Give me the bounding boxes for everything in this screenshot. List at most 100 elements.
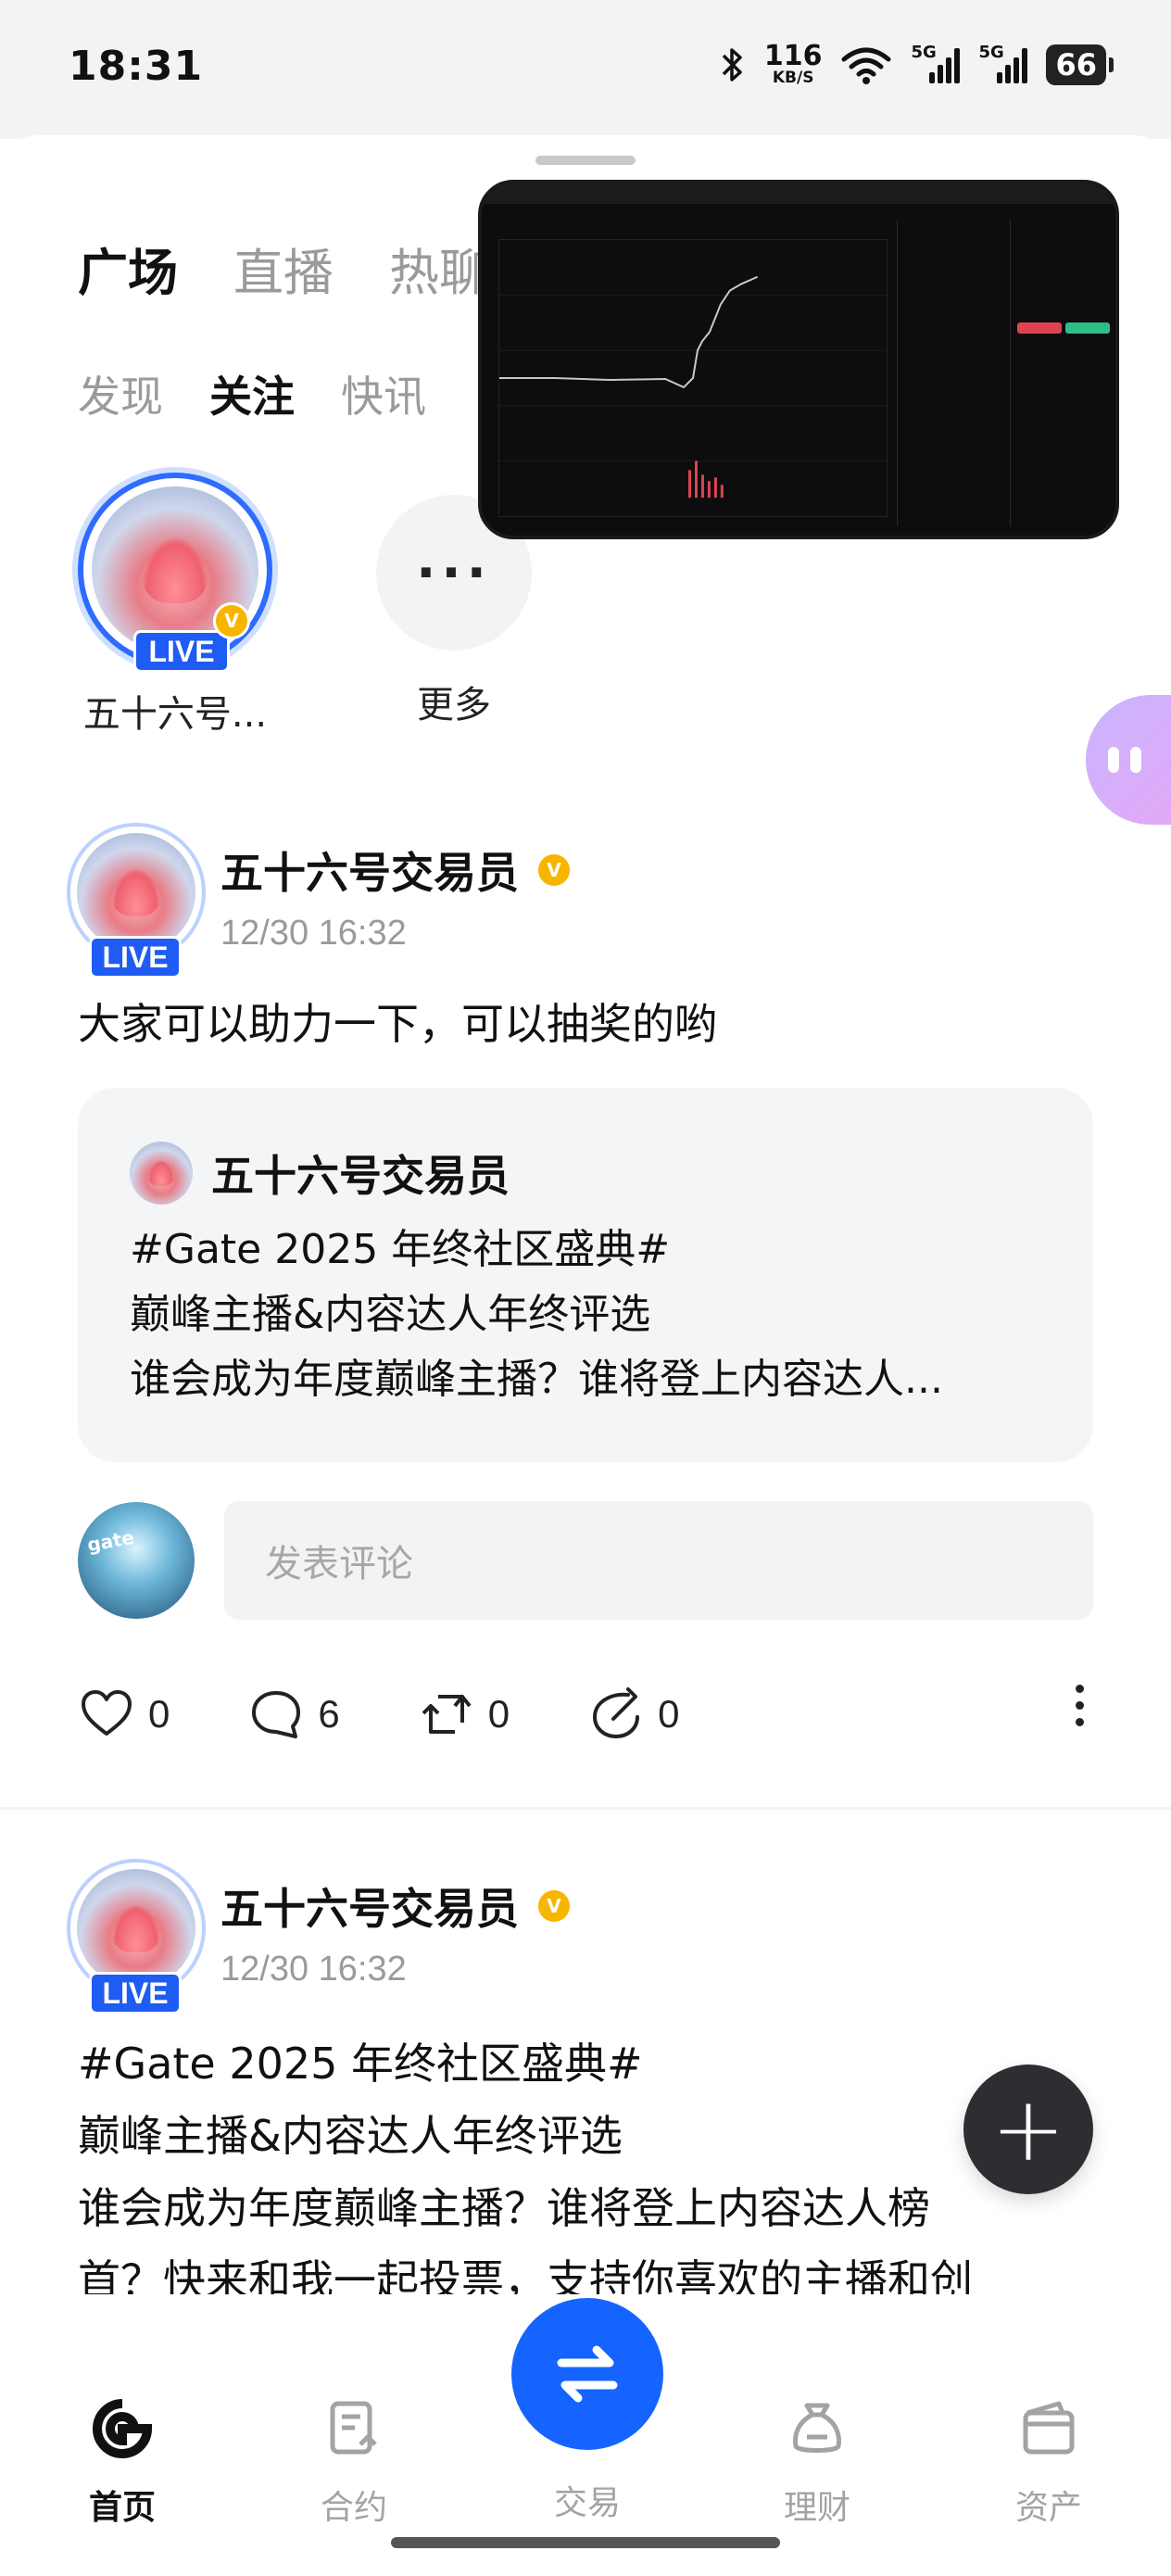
author-avatar[interactable]: LIVE bbox=[67, 823, 206, 979]
story-item[interactable]: LIVE V 五十六号... bbox=[78, 473, 272, 738]
more-label: 更多 bbox=[417, 684, 491, 726]
stream-buy-button bbox=[1017, 322, 1062, 334]
author-name[interactable]: 五十六号交易员 bbox=[220, 1875, 519, 1937]
stream-sell-button bbox=[1065, 322, 1110, 334]
quoted-author-avatar bbox=[130, 1142, 193, 1205]
create-post-button[interactable]: + bbox=[963, 2065, 1093, 2194]
like-count: 0 bbox=[148, 1692, 170, 1736]
post-header: LIVE 五十六号交易员 V 12/30 16:32 bbox=[67, 823, 573, 979]
nav-trade[interactable]: 交易 bbox=[513, 2476, 661, 2524]
post-meta: 五十六号交易员 V 12/30 16:32 bbox=[220, 823, 573, 953]
quoted-post-header: 五十六号交易员 bbox=[130, 1142, 510, 1205]
trade-button[interactable] bbox=[511, 2298, 663, 2450]
post-line: 首？快来和我一起投票，支持你喜欢的主播和创 bbox=[78, 2255, 973, 2294]
lotus-avatar-image bbox=[77, 833, 195, 952]
nav-contract[interactable]: 合约 bbox=[280, 2398, 428, 2529]
subtab-discover[interactable]: 发现 bbox=[78, 363, 163, 424]
post-text: 大家可以助力一下，可以抽奖的哟 bbox=[78, 999, 717, 1049]
subtab-following[interactable]: 关注 bbox=[209, 363, 295, 424]
author-name[interactable]: 五十六号交易员 bbox=[220, 840, 519, 901]
story-label: 五十六号... bbox=[82, 693, 268, 736]
avatar[interactable]: LIVE V bbox=[78, 473, 272, 673]
nav-label: 首页 bbox=[88, 2489, 156, 2527]
status-time: 18:31 bbox=[69, 43, 204, 90]
comment-bubble-icon bbox=[252, 1691, 301, 1738]
like-button[interactable]: 0 bbox=[78, 1686, 170, 1743]
comment-row: 发表评论 bbox=[78, 1501, 1093, 1620]
post-line: 谁会成为年度巅峰主播？谁将登上内容达人榜 bbox=[78, 2183, 930, 2233]
wealth-bag-icon bbox=[793, 2403, 841, 2453]
author-name-row: 五十六号交易员 V bbox=[220, 840, 573, 901]
more-vertical-icon[interactable] bbox=[1076, 1685, 1084, 1726]
wifi-icon bbox=[841, 47, 891, 84]
status-bar: 18:31 116 KB/S 5G 5G 66 bbox=[0, 0, 1171, 139]
comment-input[interactable]: 发表评论 bbox=[224, 1501, 1093, 1620]
signal-icon: 5G bbox=[911, 43, 961, 83]
quoted-post-body: #Gate 2025 年终社区盛典# 巅峰主播&内容达人年终评选 谁会成为年度巅… bbox=[130, 1218, 1056, 1412]
nav-label: 交易 bbox=[553, 2484, 621, 2522]
author-avatar[interactable]: LIVE bbox=[67, 1859, 206, 2014]
quoted-line: #Gate 2025 年终社区盛典# bbox=[130, 1226, 671, 1273]
live-badge: LIVE bbox=[133, 630, 230, 673]
subtab-news[interactable]: 快讯 bbox=[341, 363, 426, 424]
comment-count: 6 bbox=[318, 1692, 340, 1736]
floating-stream-window[interactable] bbox=[478, 180, 1119, 539]
nav-assets[interactable]: 资产 bbox=[975, 2398, 1123, 2529]
post-time: 12/30 16:32 bbox=[220, 1950, 407, 1989]
quoted-author-name: 五十六号交易员 bbox=[211, 1151, 510, 1201]
battery-indicator: 66 bbox=[1046, 44, 1114, 85]
home-icon bbox=[93, 2399, 153, 2458]
stream-side-panel bbox=[897, 221, 1008, 526]
heart-icon bbox=[82, 1690, 132, 1736]
nav-label: 资产 bbox=[1014, 2489, 1082, 2527]
top-tabs: 广场 直播 热聊 bbox=[78, 232, 489, 305]
live-badge: LIVE bbox=[89, 936, 182, 979]
my-avatar bbox=[78, 1502, 195, 1619]
post-meta: 五十六号交易员 V 12/30 16:32 bbox=[220, 1859, 573, 1989]
share-icon bbox=[593, 1687, 640, 1739]
stream-price-chart bbox=[498, 239, 888, 517]
signal-icon: 5G bbox=[978, 43, 1028, 83]
post-line: 巅峰主播&内容达人年终评选 bbox=[78, 2111, 623, 2161]
post-line: #Gate 2025 年终社区盛典# bbox=[78, 2039, 643, 2089]
quoted-post-card[interactable]: 五十六号交易员 #Gate 2025 年终社区盛典# 巅峰主播&内容达人年终评选… bbox=[78, 1088, 1093, 1462]
post-header: LIVE 五十六号交易员 V 12/30 16:32 bbox=[67, 1859, 573, 2014]
author-name-row: 五十六号交易员 V bbox=[220, 1875, 573, 1937]
comment-button[interactable]: 6 bbox=[247, 1686, 340, 1743]
share-count: 0 bbox=[658, 1692, 680, 1736]
quoted-line: 谁会成为年度巅峰主播？谁将登上内容达人... bbox=[130, 1356, 943, 1403]
post-text: #Gate 2025 年终社区盛典# 巅峰主播&内容达人年终评选 谁会成为年度巅… bbox=[78, 2027, 1097, 2294]
bottom-nav: 首页 合约 交易 理财 资产 bbox=[0, 2298, 1171, 2576]
stream-window-titlebar bbox=[482, 183, 1115, 204]
tab-hot-chat[interactable]: 热聊 bbox=[389, 232, 489, 305]
nav-home[interactable]: 首页 bbox=[48, 2398, 196, 2529]
home-indicator bbox=[391, 2537, 780, 2548]
post-actions: 0 6 0 0 bbox=[78, 1679, 1093, 1749]
bubble-eye-icon bbox=[1108, 747, 1119, 773]
tab-square[interactable]: 广场 bbox=[78, 232, 178, 305]
repost-icon bbox=[422, 1695, 472, 1734]
verified-icon: V bbox=[535, 852, 573, 889]
verified-icon: V bbox=[213, 602, 250, 639]
sub-tabs: 发现 关注 快讯 bbox=[78, 363, 426, 424]
live-badge: LIVE bbox=[89, 1972, 182, 2014]
nav-wealth[interactable]: 理财 bbox=[743, 2398, 891, 2529]
net-speed: 116 KB/S bbox=[763, 40, 823, 87]
stream-order-book bbox=[1010, 221, 1112, 526]
verified-icon: V bbox=[535, 1888, 573, 1925]
share-button[interactable]: 0 bbox=[587, 1686, 679, 1743]
tab-live[interactable]: 直播 bbox=[233, 232, 334, 305]
bluetooth-icon bbox=[722, 47, 742, 82]
drag-handle[interactable] bbox=[535, 156, 636, 165]
contract-icon bbox=[330, 2401, 377, 2455]
nav-label: 合约 bbox=[320, 2489, 387, 2527]
repost-count: 0 bbox=[487, 1692, 510, 1736]
trade-swap-icon bbox=[557, 2345, 618, 2403]
status-icons: 116 KB/S 5G 5G 66 bbox=[718, 40, 1114, 87]
post-time: 12/30 16:32 bbox=[220, 914, 407, 953]
quoted-line: 巅峰主播&内容达人年终评选 bbox=[130, 1291, 651, 1338]
wallet-icon bbox=[1023, 2401, 1075, 2455]
repost-button[interactable]: 0 bbox=[418, 1686, 510, 1743]
bubble-eye-icon bbox=[1130, 747, 1141, 773]
nav-label: 理财 bbox=[783, 2489, 850, 2527]
